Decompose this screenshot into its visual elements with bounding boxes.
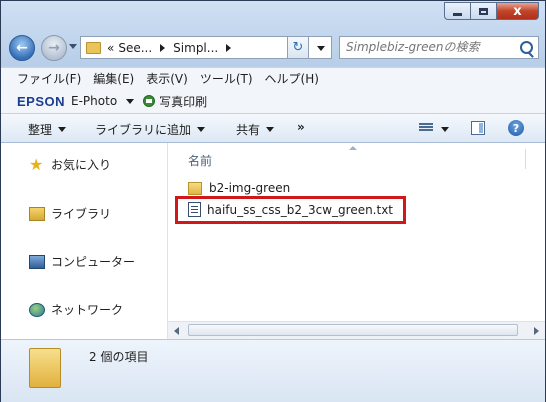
address-row: ← → « See... Simpl... ↻ xyxy=(9,35,539,62)
menu-edit[interactable]: 編集(E) xyxy=(93,70,134,87)
menu-help[interactable]: ヘルプ(H) xyxy=(265,70,319,87)
navigation-pane: ★ お気に入り ライブラリ コンピューター ネットワーク xyxy=(1,143,168,339)
refresh-button[interactable]: ↻ xyxy=(287,36,309,59)
breadcrumb-2[interactable]: Simpl... xyxy=(173,41,218,55)
photo-print-icon xyxy=(143,95,156,107)
preview-pane-icon[interactable] xyxy=(471,121,485,135)
nav-libraries[interactable]: ライブラリ xyxy=(29,205,111,222)
more-commands-button[interactable]: » xyxy=(297,120,305,134)
view-dropdown-icon[interactable] xyxy=(441,127,449,132)
address-dropdown-icon[interactable] xyxy=(317,46,325,51)
view-options-icon[interactable] xyxy=(419,123,433,134)
network-icon xyxy=(29,302,45,317)
column-divider[interactable] xyxy=(525,149,526,169)
file-name: haifu_ss_css_b2_3cw_green.txt xyxy=(207,202,394,217)
add-to-library-button[interactable]: ライブラリに追加 xyxy=(95,121,206,138)
chevron-down-icon xyxy=(197,127,206,132)
library-icon xyxy=(29,206,45,221)
computer-icon xyxy=(29,254,45,269)
search-input[interactable] xyxy=(346,40,514,54)
maximize-button[interactable] xyxy=(470,2,496,20)
column-header-name[interactable]: 名前 xyxy=(188,152,212,169)
maximize-icon xyxy=(479,7,488,15)
epson-logo: EPSON xyxy=(17,93,66,109)
scroll-right-icon[interactable] xyxy=(534,327,539,335)
menu-tools[interactable]: ツール(T) xyxy=(200,70,253,87)
nav-favorites[interactable]: ★ お気に入り xyxy=(29,156,111,173)
nav-network-label: ネットワーク xyxy=(51,303,124,317)
search-box[interactable] xyxy=(339,36,539,59)
help-icon[interactable]: ? xyxy=(508,120,524,136)
breadcrumb-separator-icon[interactable] xyxy=(226,43,232,52)
folder-icon xyxy=(188,181,202,195)
organize-button[interactable]: 整理 xyxy=(28,121,67,138)
chevron-down-icon xyxy=(58,127,67,132)
close-button[interactable]: x xyxy=(496,2,539,20)
share-label: 共有 xyxy=(236,123,261,137)
minimize-button[interactable] xyxy=(444,2,470,20)
forward-button[interactable]: → xyxy=(41,35,67,61)
breadcrumb-1[interactable]: See... xyxy=(118,41,152,55)
menu-bar: ファイル(F) 編集(E) 表示(V) ツール(T) ヘルプ(H) xyxy=(1,67,545,89)
nav-libraries-label: ライブラリ xyxy=(51,207,112,221)
text-file-icon xyxy=(188,202,201,217)
command-bar: 整理 ライブラリに追加 共有 » ? xyxy=(1,113,545,143)
back-arrow-icon: ← xyxy=(16,40,28,56)
epson-toolbar: EPSON E-Photo 写真印刷 xyxy=(1,89,545,113)
scroll-left-icon[interactable] xyxy=(174,327,179,335)
nav-computer-label: コンピューター xyxy=(51,255,136,269)
refresh-icon: ↻ xyxy=(292,40,304,55)
organize-label: 整理 xyxy=(28,123,53,137)
file-row[interactable]: haifu_ss_css_b2_3cw_green.txt xyxy=(188,202,393,217)
menu-file[interactable]: ファイル(F) xyxy=(17,70,81,87)
chevron-down-icon xyxy=(266,127,275,132)
share-button[interactable]: 共有 xyxy=(236,121,275,138)
explorer-window: x ← → « See... Simpl... ↻ ファイル(F) 編集(E) … xyxy=(0,0,546,402)
star-icon: ★ xyxy=(29,154,44,174)
close-icon: x xyxy=(513,3,522,19)
add-to-library-label: ライブラリに追加 xyxy=(95,123,192,137)
forward-arrow-icon: → xyxy=(48,40,60,56)
nav-favorites-label: お気に入り xyxy=(51,158,112,172)
e-photo-button[interactable]: E-Photo xyxy=(71,94,117,108)
photo-print-button[interactable]: 写真印刷 xyxy=(159,93,207,110)
menu-view[interactable]: 表示(V) xyxy=(146,70,188,87)
details-pane: 2 個の項目 xyxy=(1,339,545,402)
nav-network[interactable]: ネットワーク xyxy=(29,301,123,318)
breadcrumb-separator-icon[interactable] xyxy=(160,43,166,52)
nav-computer[interactable]: コンピューター xyxy=(29,253,135,270)
recent-pages-dropdown[interactable] xyxy=(69,44,77,49)
file-list: 名前 b2-img-green haifu_ss_css_b2_3cw_gree… xyxy=(168,143,545,339)
back-button[interactable]: ← xyxy=(9,35,35,61)
horizontal-scrollbar[interactable] xyxy=(168,321,545,339)
item-count: 2 個の項目 xyxy=(89,350,149,364)
search-icon[interactable] xyxy=(520,41,533,54)
minimize-icon xyxy=(453,12,462,16)
overflow-chevron-icon: » xyxy=(297,120,305,134)
scroll-thumb[interactable] xyxy=(188,324,518,336)
file-row[interactable]: b2-img-green xyxy=(188,181,290,195)
folder-icon xyxy=(29,348,61,388)
folder-icon xyxy=(86,41,101,54)
sort-caret-icon xyxy=(349,146,357,150)
caption-buttons: x xyxy=(444,2,539,20)
file-name: b2-img-green xyxy=(209,181,291,195)
crumb-overflow[interactable]: « xyxy=(107,41,114,55)
e-photo-dropdown-icon[interactable] xyxy=(126,98,135,104)
